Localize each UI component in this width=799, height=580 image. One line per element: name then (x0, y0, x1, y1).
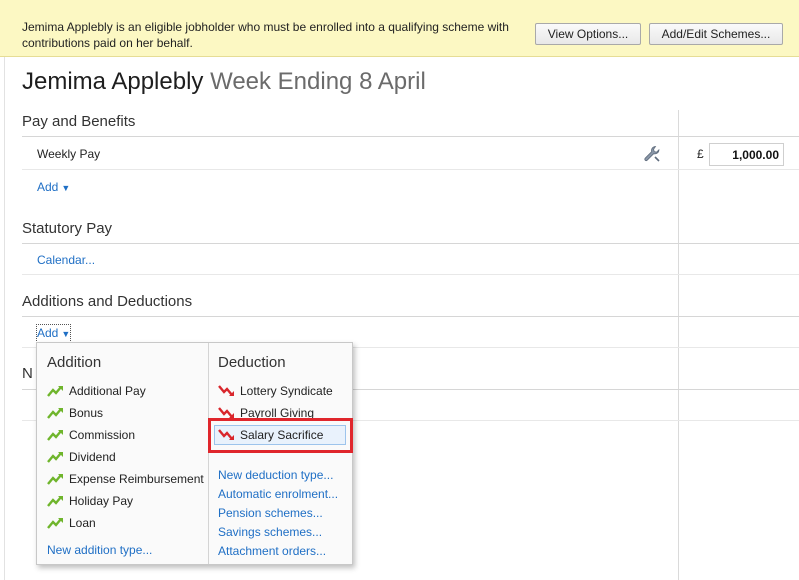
statutory-pay-heading: Statutory Pay (22, 220, 113, 237)
wrench-icon[interactable] (643, 145, 661, 163)
row-divider (22, 274, 799, 275)
add-edit-schemes-button[interactable]: Add/Edit Schemes... (649, 23, 783, 45)
trend-up-icon (47, 430, 63, 441)
pay-and-benefits-heading: Pay and Benefits (22, 113, 136, 130)
trend-up-icon (47, 518, 63, 529)
menu-item-lottery-syndicate[interactable]: Lottery Syndicate (218, 381, 333, 401)
obscured-section-heading: N (22, 365, 33, 382)
employee-name: Jemima Applebly (22, 68, 204, 95)
trend-up-icon (47, 408, 63, 419)
currency-symbol: £ (697, 147, 704, 161)
pension-schemes-link[interactable]: Pension schemes... (218, 505, 323, 521)
section-divider (22, 136, 799, 137)
add-dropdown-menu: Addition Additional Pay Bonus Commission… (36, 342, 353, 565)
row-divider (22, 169, 799, 170)
trend-up-icon (47, 496, 63, 507)
menu-item-label: Dividend (69, 450, 116, 464)
menu-item-loan[interactable]: Loan (47, 513, 96, 533)
menu-item-commission[interactable]: Commission (47, 425, 135, 445)
page-title: Jemima Applebly Week Ending 8 April (22, 67, 426, 97)
automatic-enrolment-link[interactable]: Automatic enrolment... (218, 486, 338, 502)
menu-item-label: Holiday Pay (69, 494, 134, 508)
menu-item-holiday-pay[interactable]: Holiday Pay (47, 491, 133, 511)
menu-item-additional-pay[interactable]: Additional Pay (47, 381, 146, 401)
menu-item-bonus[interactable]: Bonus (47, 403, 103, 423)
amount-column-divider (678, 110, 679, 580)
weekly-pay-amount-input[interactable] (709, 143, 784, 166)
pay-period: Week Ending 8 April (210, 68, 426, 95)
additions-add-label: Add (37, 326, 59, 340)
trend-down-icon (218, 385, 234, 396)
trend-up-icon (47, 386, 63, 397)
attachment-orders-link[interactable]: Attachment orders... (218, 543, 326, 559)
menu-item-label: Bonus (69, 406, 104, 420)
menu-item-label: Commission (69, 428, 136, 442)
menu-item-dividend[interactable]: Dividend (47, 447, 116, 467)
savings-schemes-link[interactable]: Savings schemes... (218, 524, 322, 540)
eligibility-notice-text: Jemima Applebly is an eligible jobholder… (22, 20, 509, 50)
new-addition-type-link[interactable]: New addition type... (47, 542, 152, 558)
section-divider (22, 243, 799, 244)
calendar-link[interactable]: Calendar... (37, 252, 95, 268)
trend-up-icon (47, 474, 63, 485)
menu-item-expense-reimbursement[interactable]: Expense Reimbursement (47, 469, 204, 489)
weekly-pay-label: Weekly Pay (37, 147, 101, 161)
addition-heading: Addition (47, 354, 102, 371)
left-border (0, 57, 5, 580)
notice-bar: Jemima Applebly is an eligible jobholder… (0, 0, 799, 57)
menu-item-label: Expense Reimbursement (69, 472, 204, 486)
chevron-down-icon: ▼ (61, 329, 71, 339)
section-divider (22, 316, 799, 317)
menu-item-label: Loan (69, 516, 96, 530)
menu-item-label: Lottery Syndicate (240, 384, 333, 398)
pay-add-button[interactable]: Add ▼ (37, 179, 70, 196)
deduction-heading: Deduction (218, 354, 286, 371)
additions-deductions-heading: Additions and Deductions (22, 293, 193, 310)
chevron-down-icon: ▼ (61, 183, 71, 193)
menu-column-divider (208, 343, 209, 564)
highlight-annotation (208, 418, 353, 453)
trend-up-icon (47, 452, 63, 463)
additions-add-button[interactable]: Add ▼ (35, 324, 72, 343)
view-options-button[interactable]: View Options... (535, 23, 641, 45)
menu-item-label: Additional Pay (69, 384, 146, 398)
pay-add-label: Add (37, 180, 59, 194)
new-deduction-type-link[interactable]: New deduction type... (218, 467, 333, 483)
